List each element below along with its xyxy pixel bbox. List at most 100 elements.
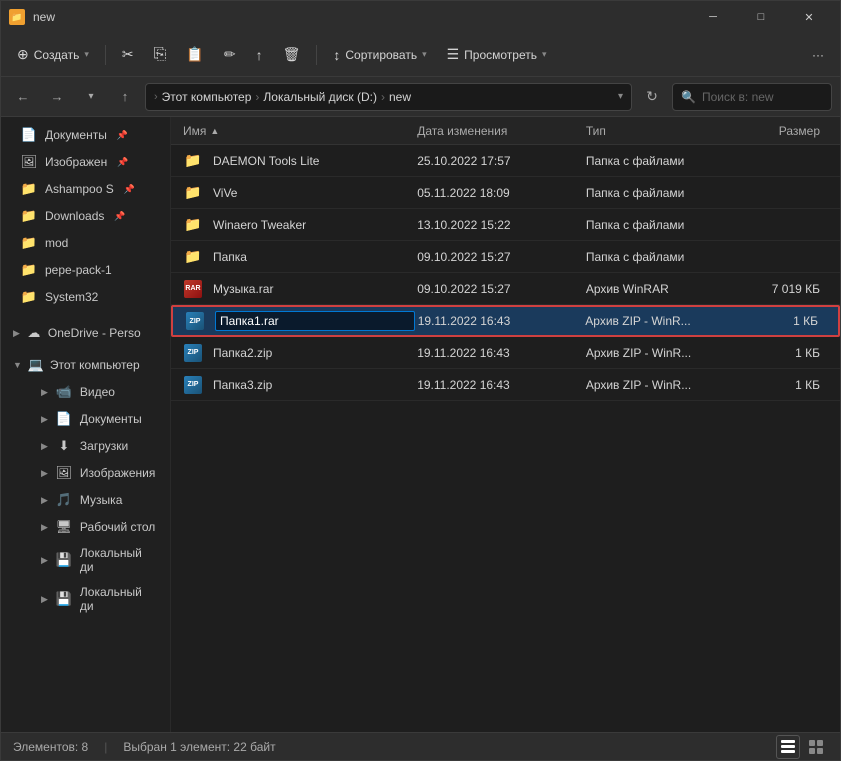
toolbar: ⊕ Создать ▾ ✂ ⎘ 📋 ✏ ↑ 🗑 ↕ Сортировать ▾ — [1, 33, 840, 77]
create-label: Создать — [34, 48, 80, 62]
table-row[interactable]: RAR Музыка.rar 09.10.2022 15:27 Архив Wi… — [171, 273, 840, 305]
file-name: Папка — [213, 250, 247, 264]
zip-icon: ZIP — [185, 311, 205, 331]
cut-icon: ✂ — [122, 46, 134, 63]
refresh-button[interactable]: ↻ — [638, 83, 666, 111]
table-row[interactable]: ZIP 19.11.2022 16:43 Архив ZIP - WinR...… — [171, 305, 840, 337]
sidebar-item-label: mod — [45, 236, 68, 250]
search-box[interactable]: 🔍 Поиск в: new — [672, 83, 832, 111]
sidebar-item-ashampoo[interactable]: 📁 Ashampoo S 📌 — [5, 176, 166, 202]
documents-icon: 📄 — [21, 127, 37, 143]
share-button[interactable]: ↑ — [248, 42, 271, 68]
sidebar-item-label: Загрузки — [80, 439, 128, 453]
onedrive-icon: ☁ — [26, 325, 42, 341]
chevron-right-icon: ▶ — [41, 387, 48, 398]
view-chevron-icon: ▾ — [542, 49, 547, 60]
list-view-icon — [781, 740, 795, 754]
sort-button[interactable]: ↕ Сортировать ▾ — [325, 42, 434, 68]
table-row[interactable]: ZIP Папка2.zip 19.11.2022 16:43 Архив ZI… — [171, 337, 840, 369]
file-name: Папка3.zip — [213, 378, 272, 392]
sidebar-item-docs2[interactable]: ▶ 📄 Документы — [13, 406, 166, 432]
rename-input[interactable] — [215, 311, 415, 331]
file-size: 1 КБ — [725, 314, 826, 328]
delete-button[interactable]: 🗑 — [275, 41, 309, 68]
maximize-button[interactable]: □ — [738, 1, 784, 33]
view-button[interactable]: ☰ Просмотреть ▾ — [439, 41, 555, 68]
table-row[interactable]: 📁 Winaero Tweaker 13.10.2022 15:22 Папка… — [171, 209, 840, 241]
sidebar: 📄 Документы 📌 🖼 Изображен 📌 📁 Ashampoo S… — [1, 117, 171, 732]
file-type: Папка с файлами — [586, 218, 727, 232]
grid-view-button[interactable] — [804, 735, 828, 759]
sidebar-item-music[interactable]: ▶ 🎵 Музыка — [13, 487, 166, 513]
status-bar: Элементов: 8 | Выбран 1 элемент: 22 байт — [1, 732, 840, 760]
search-icon: 🔍 — [681, 90, 696, 104]
sidebar-item-desktop[interactable]: ▶ 🖥 Рабочий стол — [13, 514, 166, 540]
pin-icon: 📌 — [117, 130, 128, 141]
paste-button[interactable]: 📋 — [178, 41, 211, 68]
table-row[interactable]: 📁 DAEMON Tools Lite 25.10.2022 17:57 Пап… — [171, 145, 840, 177]
zip-icon: ZIP — [183, 375, 203, 395]
images-icon: 🖼 — [21, 154, 37, 170]
forward-button[interactable]: → — [43, 83, 71, 111]
table-row[interactable]: 📁 ViVe 05.11.2022 18:09 Папка с файлами — [171, 177, 840, 209]
sidebar-item-images[interactable]: 🖼 Изображен 📌 — [5, 149, 166, 175]
window-controls: ─ □ ✕ — [690, 1, 832, 33]
sidebar-item-video[interactable]: ▶ 📹 Видео — [13, 379, 166, 405]
docs-icon: 📄 — [56, 411, 72, 427]
breadcrumb-part-3[interactable]: new — [389, 90, 411, 104]
sidebar-item-thispc[interactable]: ▼ 💻 Этот компьютер — [5, 352, 166, 378]
sidebar-item-system32[interactable]: 📁 System32 — [5, 284, 166, 310]
file-date: 05.11.2022 18:09 — [417, 186, 586, 200]
rename-button[interactable]: ✏ — [216, 41, 244, 68]
downloads-icon: 📁 — [21, 208, 37, 224]
window-title: new — [33, 10, 690, 24]
column-name[interactable]: Имя ▲ — [183, 124, 417, 138]
folder-icon: 📁 — [183, 151, 203, 171]
breadcrumb-dropdown-icon[interactable]: ▾ — [618, 91, 623, 102]
more-button[interactable]: ··· — [804, 43, 832, 67]
back-button[interactable]: ← — [9, 83, 37, 111]
recent-button[interactable]: ▾ — [77, 83, 105, 111]
breadcrumb-part-2[interactable]: Локальный диск (D:) — [263, 90, 377, 104]
column-size[interactable]: Размер — [726, 124, 828, 138]
up-button[interactable]: ↑ — [111, 83, 139, 111]
breadcrumb[interactable]: › Этот компьютер › Локальный диск (D:) ›… — [145, 83, 632, 111]
minimize-button[interactable]: ─ — [690, 1, 736, 33]
sidebar-item-downloads2[interactable]: ▶ ⬇ Загрузки — [13, 433, 166, 459]
create-button[interactable]: ⊕ Создать ▾ — [9, 41, 97, 68]
sidebar-item-downloads[interactable]: 📁 Downloads 📌 — [5, 203, 166, 229]
view-icon: ☰ — [447, 46, 460, 63]
sort-label: Сортировать — [345, 48, 417, 62]
window-icon: 📁 — [9, 9, 25, 25]
table-row[interactable]: 📁 Папка 09.10.2022 15:27 Папка с файлами — [171, 241, 840, 273]
column-type[interactable]: Тип — [586, 124, 727, 138]
list-view-button[interactable] — [776, 735, 800, 759]
sidebar-item-images2[interactable]: ▶ 🖼 Изображения — [13, 460, 166, 486]
sidebar-item-local1[interactable]: ▶ 💾 Локальный ди — [13, 541, 166, 579]
cut-button[interactable]: ✂ — [114, 41, 142, 68]
file-name-col: 📁 DAEMON Tools Lite — [183, 151, 417, 171]
rar-icon-img: RAR — [184, 280, 202, 298]
copy-button[interactable]: ⎘ — [146, 41, 175, 69]
column-date[interactable]: Дата изменения — [417, 124, 586, 138]
onedrive-label: OneDrive - Perso — [48, 326, 141, 340]
folder-icon: 📁 — [183, 215, 203, 235]
title-bar: 📁 new ─ □ ✕ — [1, 1, 840, 33]
sidebar-item-local2[interactable]: ▶ 💾 Локальный ди — [13, 580, 166, 618]
sidebar-item-onedrive[interactable]: ▶ ☁ OneDrive - Perso — [5, 320, 166, 346]
pepe-icon: 📁 — [21, 262, 37, 278]
sidebar-item-pepe[interactable]: 📁 pepe-pack-1 — [5, 257, 166, 283]
zip-icon-img: ZIP — [184, 344, 202, 362]
sidebar-item-mod[interactable]: 📁 mod — [5, 230, 166, 256]
table-row[interactable]: ZIP Папка3.zip 19.11.2022 16:43 Архив ZI… — [171, 369, 840, 401]
close-button[interactable]: ✕ — [786, 1, 832, 33]
chevron-down-icon: ▼ — [13, 360, 22, 370]
file-name: Музыка.rar — [213, 282, 273, 296]
address-bar: ← → ▾ ↑ › Этот компьютер › Локальный дис… — [1, 77, 840, 117]
sidebar-item-documents[interactable]: 📄 Документы 📌 — [5, 122, 166, 148]
file-name-col: ZIP Папка2.zip — [183, 343, 417, 363]
music-icon: 🎵 — [56, 492, 72, 508]
breadcrumb-part-1[interactable]: Этот компьютер — [162, 90, 252, 104]
column-size-label: Размер — [779, 124, 820, 138]
chevron-right-icon: ▶ — [13, 328, 20, 339]
